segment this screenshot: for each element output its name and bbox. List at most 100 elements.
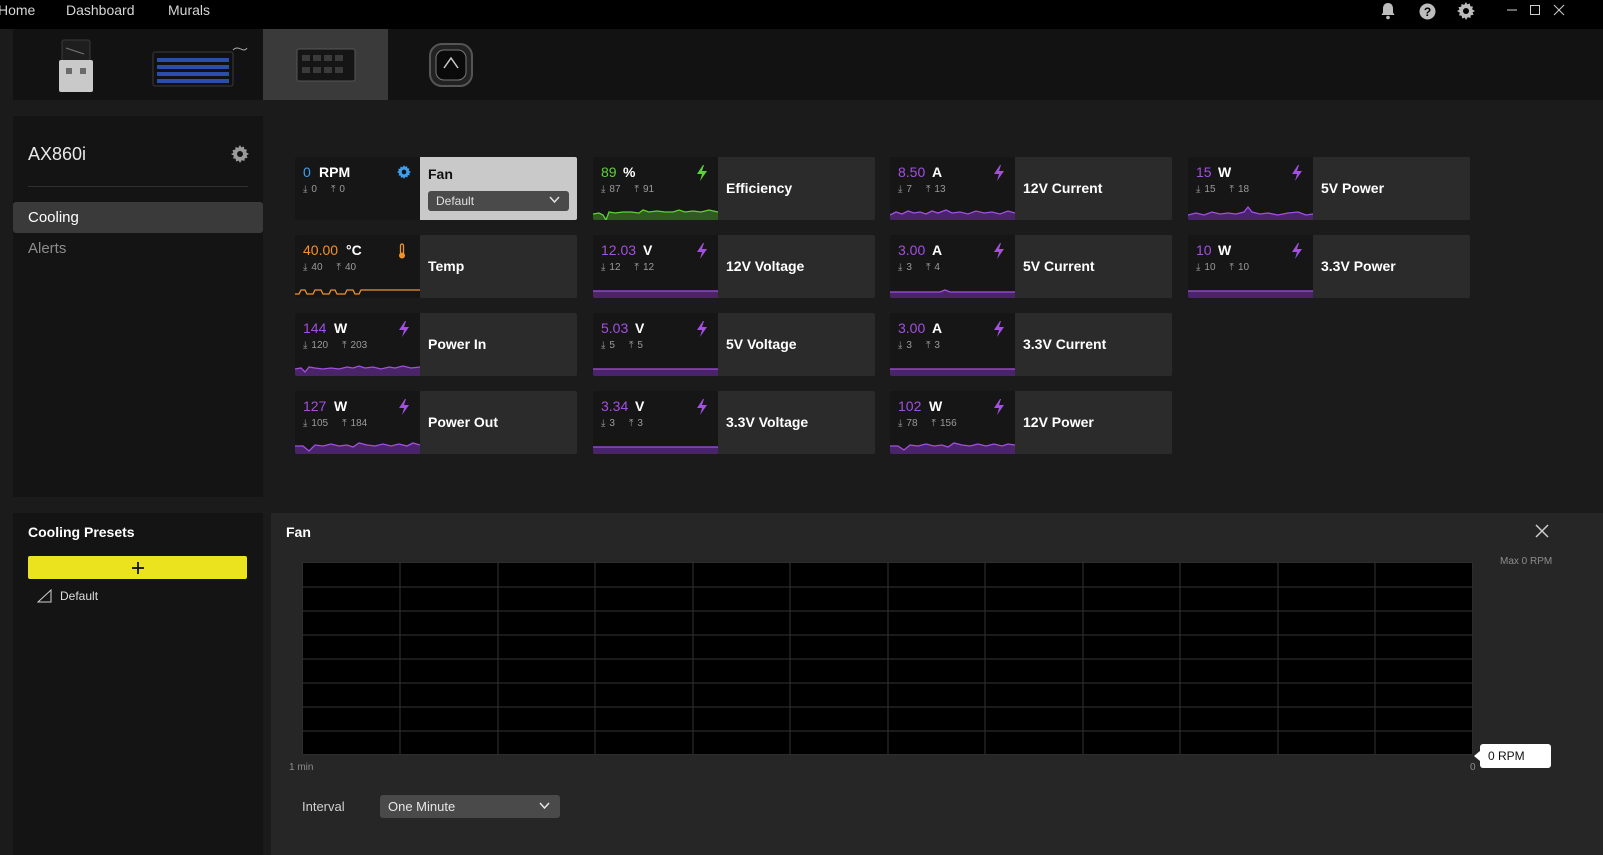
gear-icon — [397, 165, 413, 181]
current-12v-unit: A — [932, 164, 943, 180]
voltage-5v-tile[interactable]: 5.03 V ⤓ 5 ⤒ 5 5V Voltage — [593, 313, 875, 376]
device-cooler[interactable] — [388, 29, 513, 100]
power-12v-tile[interactable]: 102 W ⤓ 78 ⤒ 156 12V Power — [890, 391, 1172, 454]
nav-dashboard[interactable]: Dashboard — [66, 2, 135, 18]
graph-x-label-left: 1 min — [289, 762, 314, 773]
power-out-reading: 127 W ⤓ 105 ⤒ 184 — [295, 391, 420, 454]
title-bar: Home Dashboard Murals ? — [0, 0, 1603, 29]
power-in-sparkline — [295, 365, 420, 376]
voltage-33v-max: 3 — [637, 418, 643, 429]
power-33v-max: 10 — [1237, 262, 1250, 273]
efficiency-reading: 89 % ⤓ 87 ⤒ 91 — [593, 157, 718, 220]
device-usb-dongle[interactable] — [13, 29, 138, 100]
cooling-presets-panel: Cooling Presets Default — [13, 513, 263, 855]
device-keyboard[interactable] — [138, 29, 263, 100]
current-12v-label: 12V Current — [1023, 180, 1103, 196]
voltage-33v-value: 3.34 — [601, 398, 629, 414]
efficiency-sparkline — [593, 209, 718, 220]
current-12v-tile[interactable]: 8.50 A ⤓ 7 ⤒ 13 12V Current — [890, 157, 1172, 220]
current-12v-value: 8.50 — [898, 164, 926, 180]
voltage-33v-tile[interactable]: 3.34 V ⤓ 3 ⤒ 3 3.3V Voltage — [593, 391, 875, 454]
nav-cooling[interactable]: Cooling — [13, 202, 263, 233]
power-33v-minmax: ⤓ 10 ⤒ 10 — [1196, 262, 1250, 273]
power-33v-tile[interactable]: 10 W ⤓ 10 ⤒ 10 3.3V Power — [1188, 235, 1470, 298]
power-out-tile[interactable]: 127 W ⤓ 105 ⤒ 184 Power Out — [295, 391, 577, 454]
gear-icon[interactable] — [1456, 1, 1476, 21]
current-33v-tile[interactable]: 3.00 A ⤓ 3 ⤒ 3 3.3V Current — [890, 313, 1172, 376]
power-out-value: 127 — [303, 398, 327, 414]
lightning-icon — [397, 321, 413, 337]
psu-icon — [296, 48, 355, 81]
power-33v-unit: W — [1218, 242, 1232, 258]
cooling-presets-title: Cooling Presets — [28, 524, 135, 540]
power-12v-unit: W — [929, 398, 943, 414]
interval-dropdown[interactable]: One Minute — [380, 795, 560, 818]
power-33v-sparkline — [1188, 290, 1313, 298]
graph-x-label-right: 0 — [1470, 762, 1476, 773]
maximize-icon[interactable] — [1527, 2, 1543, 18]
graph-title: Fan — [286, 524, 311, 540]
power-33v-label: 3.3V Power — [1321, 258, 1396, 274]
nav-alerts[interactable]: Alerts — [13, 233, 263, 264]
nav-home[interactable]: Home — [0, 2, 35, 18]
device-power-supply[interactable] — [263, 29, 388, 100]
voltage-5v-sparkline — [593, 368, 718, 376]
device-name: AX860i — [28, 144, 87, 164]
voltage-12v-tile[interactable]: 12.03 V ⤓ 12 ⤒ 12 12V Voltage — [593, 235, 875, 298]
voltage-33v-unit: V — [635, 398, 645, 414]
plus-icon — [131, 561, 144, 574]
add-preset-button[interactable] — [28, 556, 247, 579]
preset-item-default[interactable]: Default — [37, 587, 98, 605]
power-in-minmax: ⤓ 120 ⤒ 203 — [303, 340, 368, 351]
power-out-min: 105 — [311, 418, 329, 429]
power-in-value: 144 — [303, 320, 327, 336]
current-12v-minmax: ⤓ 7 ⤒ 13 — [898, 184, 946, 195]
interval-value: One Minute — [388, 799, 456, 814]
current-5v-tile[interactable]: 3.00 A ⤓ 3 ⤒ 4 5V Current — [890, 235, 1172, 298]
device-panel: AX860i Cooling Alerts — [13, 116, 263, 497]
fan-preset-value: Default — [436, 194, 475, 208]
power-12v-minmax: ⤓ 78 ⤒ 156 — [898, 418, 957, 429]
curve-icon — [37, 589, 52, 603]
power-out-sparkline — [295, 442, 420, 454]
power-in-reading: 144 W ⤓ 120 ⤒ 203 — [295, 313, 420, 376]
lightning-icon — [992, 321, 1008, 337]
power-in-tile[interactable]: 144 W ⤓ 120 ⤒ 203 Power In — [295, 313, 577, 376]
current-12v-min: 7 — [906, 184, 912, 195]
fan-tile[interactable]: 0 RPM ⤓ 0 ⤒ 0 Fan Default — [295, 157, 577, 220]
efficiency-label: Efficiency — [726, 180, 793, 196]
power-5v-sparkline — [1188, 205, 1313, 220]
fan-preset-dropdown[interactable]: Default — [428, 191, 569, 211]
help-icon[interactable]: ? — [1417, 1, 1437, 21]
divider — [28, 186, 248, 187]
temp-tile[interactable]: 40.00 °C ⤓ 40 ⤒ 40 Temp — [295, 235, 577, 298]
power-12v-min: 78 — [906, 418, 918, 429]
voltage-5v-minmax: ⤓ 5 ⤒ 5 — [601, 340, 643, 351]
keyboard-icon — [152, 47, 247, 86]
power-in-min: 120 — [311, 340, 329, 351]
power-33v-value: 10 — [1196, 242, 1212, 258]
close-icon[interactable] — [1534, 523, 1552, 541]
close-icon[interactable] — [1551, 2, 1567, 18]
fan-min: 0 — [311, 184, 317, 195]
lightning-icon — [992, 399, 1008, 415]
efficiency-tile[interactable]: 89 % ⤓ 87 ⤒ 91 Efficiency — [593, 157, 875, 220]
power-5v-value: 15 — [1196, 164, 1212, 180]
current-33v-value: 3.00 — [898, 320, 926, 336]
current-5v-unit: A — [932, 242, 943, 258]
lightning-icon — [1290, 243, 1306, 259]
fan-reading: 0 RPM ⤓ 0 ⤒ 0 — [295, 157, 420, 220]
bell-icon[interactable] — [1378, 1, 1398, 21]
thermometer-icon — [397, 243, 413, 259]
device-settings-gear-icon[interactable] — [231, 145, 251, 165]
chevron-down-icon — [549, 196, 560, 204]
fan-unit: RPM — [319, 164, 351, 180]
minimize-icon[interactable] — [1504, 2, 1520, 18]
current-rpm-badge: 0 RPM — [1474, 744, 1551, 768]
temp-min: 40 — [311, 262, 323, 273]
temp-label: Temp — [428, 258, 465, 274]
nav-murals[interactable]: Murals — [168, 2, 210, 18]
efficiency-unit: % — [623, 164, 636, 180]
temp-unit: °C — [346, 242, 362, 258]
power-5v-tile[interactable]: 15 W ⤓ 15 ⤒ 18 5V Power — [1188, 157, 1470, 220]
